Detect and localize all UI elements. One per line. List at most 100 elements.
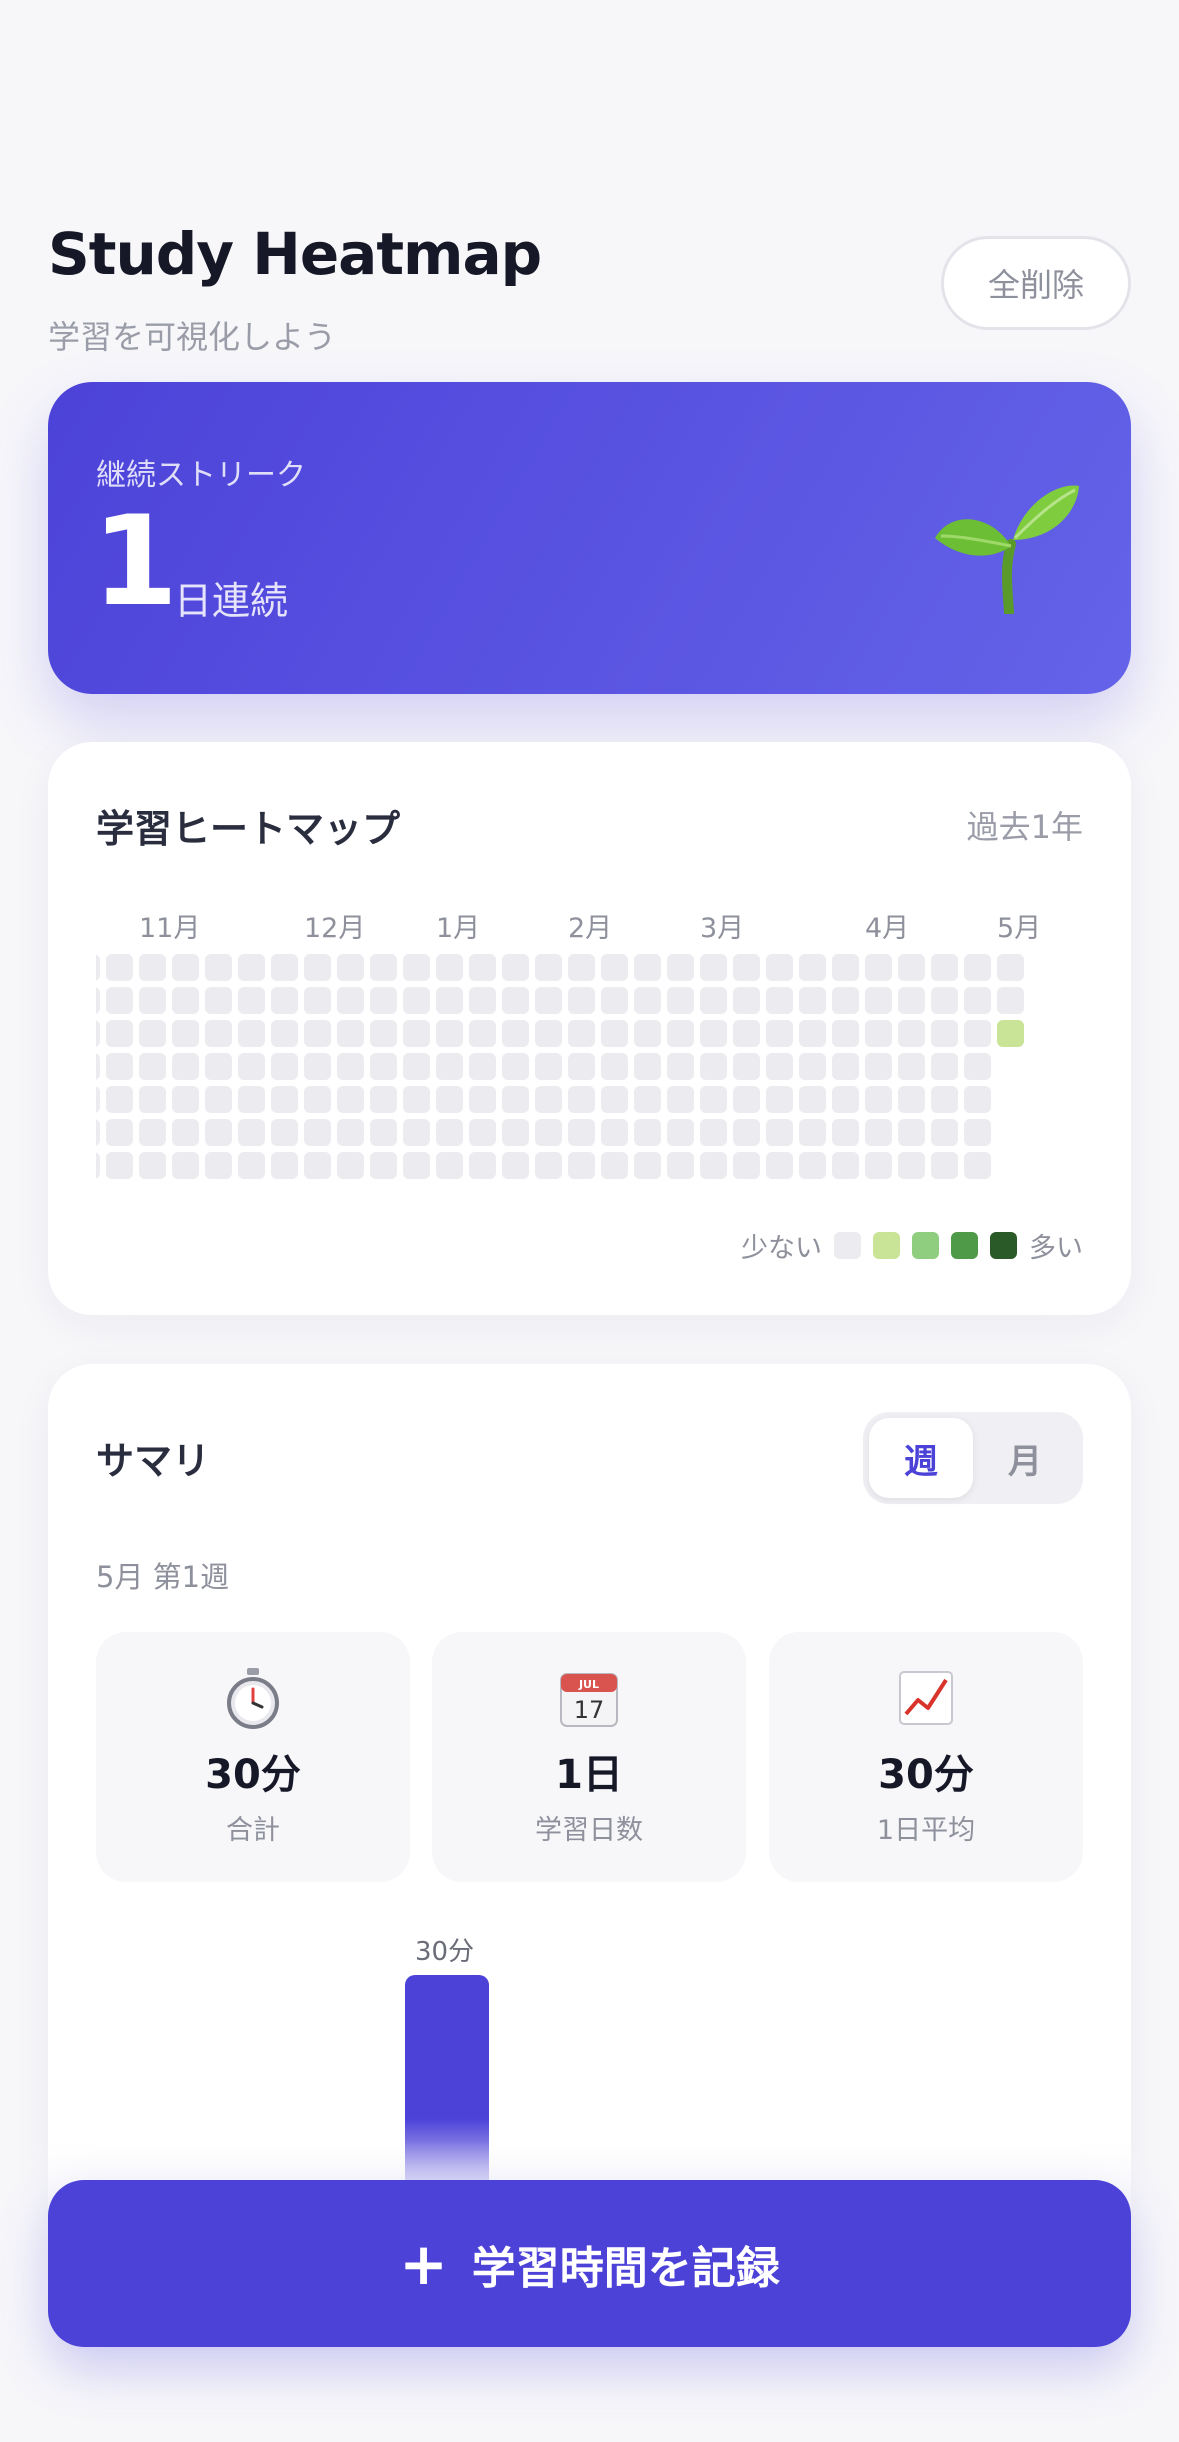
heatmap-cell[interactable] — [139, 1020, 166, 1047]
heatmap-cell[interactable] — [832, 954, 859, 981]
heatmap-cell[interactable] — [106, 1053, 133, 1080]
heatmap-cell[interactable] — [271, 1152, 298, 1179]
heatmap-cell[interactable] — [700, 1119, 727, 1146]
heatmap-cell[interactable] — [535, 987, 562, 1014]
heatmap-cell[interactable] — [238, 987, 265, 1014]
heatmap-cell[interactable] — [898, 1086, 925, 1113]
heatmap-cell[interactable] — [96, 1152, 100, 1179]
heatmap-cell[interactable] — [799, 954, 826, 981]
heatmap-cell[interactable] — [865, 1119, 892, 1146]
heatmap-cell[interactable] — [271, 1020, 298, 1047]
heatmap-cell[interactable] — [238, 1020, 265, 1047]
heatmap-cell[interactable] — [601, 1053, 628, 1080]
heatmap-cell[interactable] — [205, 1119, 232, 1146]
heatmap-cell[interactable] — [502, 987, 529, 1014]
heatmap-cell[interactable] — [733, 1020, 760, 1047]
heatmap-cell[interactable] — [667, 954, 694, 981]
heatmap-cell[interactable] — [931, 1152, 958, 1179]
heatmap-cell[interactable] — [502, 1086, 529, 1113]
heatmap-cell[interactable] — [238, 1053, 265, 1080]
heatmap-cell[interactable] — [865, 1020, 892, 1047]
heatmap-cell[interactable] — [304, 1086, 331, 1113]
heatmap-cell[interactable] — [403, 987, 430, 1014]
heatmap-cell[interactable] — [667, 1086, 694, 1113]
heatmap-cell[interactable] — [700, 1053, 727, 1080]
heatmap-cell[interactable] — [568, 987, 595, 1014]
heatmap-cell[interactable] — [733, 987, 760, 1014]
heatmap-cell[interactable] — [337, 1119, 364, 1146]
heatmap-cell[interactable] — [667, 1119, 694, 1146]
heatmap-cell[interactable] — [898, 1152, 925, 1179]
heatmap-cell[interactable] — [502, 1053, 529, 1080]
heatmap-cell[interactable] — [634, 1119, 661, 1146]
heatmap-cell[interactable] — [799, 1119, 826, 1146]
heatmap-cell[interactable] — [634, 954, 661, 981]
tab-month[interactable]: 月 — [973, 1418, 1077, 1498]
heatmap-cell[interactable] — [96, 1020, 100, 1047]
heatmap-cell[interactable] — [271, 987, 298, 1014]
heatmap-cell[interactable] — [436, 954, 463, 981]
heatmap-cell[interactable] — [766, 1086, 793, 1113]
heatmap-cell[interactable] — [931, 954, 958, 981]
heatmap-cell[interactable] — [700, 1020, 727, 1047]
heatmap-cell[interactable] — [601, 987, 628, 1014]
heatmap-cell[interactable] — [271, 954, 298, 981]
heatmap-cell[interactable] — [799, 1053, 826, 1080]
heatmap-cell[interactable] — [337, 954, 364, 981]
heatmap-cell[interactable] — [139, 1119, 166, 1146]
heatmap-cell[interactable] — [96, 987, 100, 1014]
heatmap-cell[interactable] — [634, 1086, 661, 1113]
heatmap-cell[interactable] — [436, 1086, 463, 1113]
heatmap-cell[interactable] — [535, 954, 562, 981]
heatmap-cell[interactable] — [96, 1053, 100, 1080]
heatmap-cell[interactable] — [667, 1020, 694, 1047]
heatmap-cell[interactable] — [733, 1053, 760, 1080]
heatmap-cell[interactable] — [403, 1152, 430, 1179]
heatmap-cell[interactable] — [832, 1020, 859, 1047]
clear-all-button[interactable]: 全削除 — [941, 236, 1131, 330]
heatmap-cell[interactable] — [205, 1020, 232, 1047]
heatmap-cell[interactable] — [304, 1152, 331, 1179]
heatmap-cell[interactable] — [469, 1053, 496, 1080]
heatmap-cell[interactable] — [238, 954, 265, 981]
heatmap-cell[interactable] — [700, 1152, 727, 1179]
heatmap-cell[interactable] — [535, 1086, 562, 1113]
heatmap-cell[interactable] — [370, 954, 397, 981]
heatmap-cell[interactable] — [172, 1020, 199, 1047]
heatmap-cell[interactable] — [139, 1152, 166, 1179]
heatmap-cell[interactable] — [106, 954, 133, 981]
heatmap-cell[interactable] — [205, 954, 232, 981]
heatmap-cell[interactable] — [139, 1086, 166, 1113]
heatmap-cell[interactable] — [997, 987, 1024, 1014]
heatmap-cell[interactable] — [634, 1053, 661, 1080]
heatmap-cell[interactable] — [766, 987, 793, 1014]
heatmap-cell[interactable] — [601, 1020, 628, 1047]
heatmap-cell[interactable] — [304, 1020, 331, 1047]
heatmap-cell[interactable] — [370, 1119, 397, 1146]
heatmap-cell[interactable] — [403, 1119, 430, 1146]
heatmap-cell[interactable] — [964, 1119, 991, 1146]
heatmap-cell[interactable] — [865, 1086, 892, 1113]
heatmap-cell[interactable] — [502, 954, 529, 981]
heatmap-cell[interactable] — [931, 987, 958, 1014]
heatmap-cell[interactable] — [106, 1020, 133, 1047]
heatmap-cell[interactable] — [997, 1020, 1024, 1047]
heatmap-cell[interactable] — [370, 1152, 397, 1179]
heatmap-cell[interactable] — [271, 1086, 298, 1113]
heatmap-cell[interactable] — [403, 1053, 430, 1080]
heatmap-cell[interactable] — [172, 1086, 199, 1113]
heatmap-cell[interactable] — [96, 1119, 100, 1146]
heatmap-cell[interactable] — [469, 987, 496, 1014]
heatmap-cell[interactable] — [238, 1119, 265, 1146]
heatmap-cell[interactable] — [469, 1152, 496, 1179]
heatmap-cell[interactable] — [667, 1152, 694, 1179]
heatmap-cell[interactable] — [337, 1020, 364, 1047]
heatmap-cell[interactable] — [964, 1152, 991, 1179]
heatmap-cell[interactable] — [172, 954, 199, 981]
heatmap-cell[interactable] — [865, 1053, 892, 1080]
heatmap-cell[interactable] — [172, 987, 199, 1014]
heatmap-cell[interactable] — [205, 1086, 232, 1113]
heatmap-cell[interactable] — [172, 1152, 199, 1179]
heatmap-cell[interactable] — [931, 1053, 958, 1080]
heatmap-cell[interactable] — [106, 1086, 133, 1113]
